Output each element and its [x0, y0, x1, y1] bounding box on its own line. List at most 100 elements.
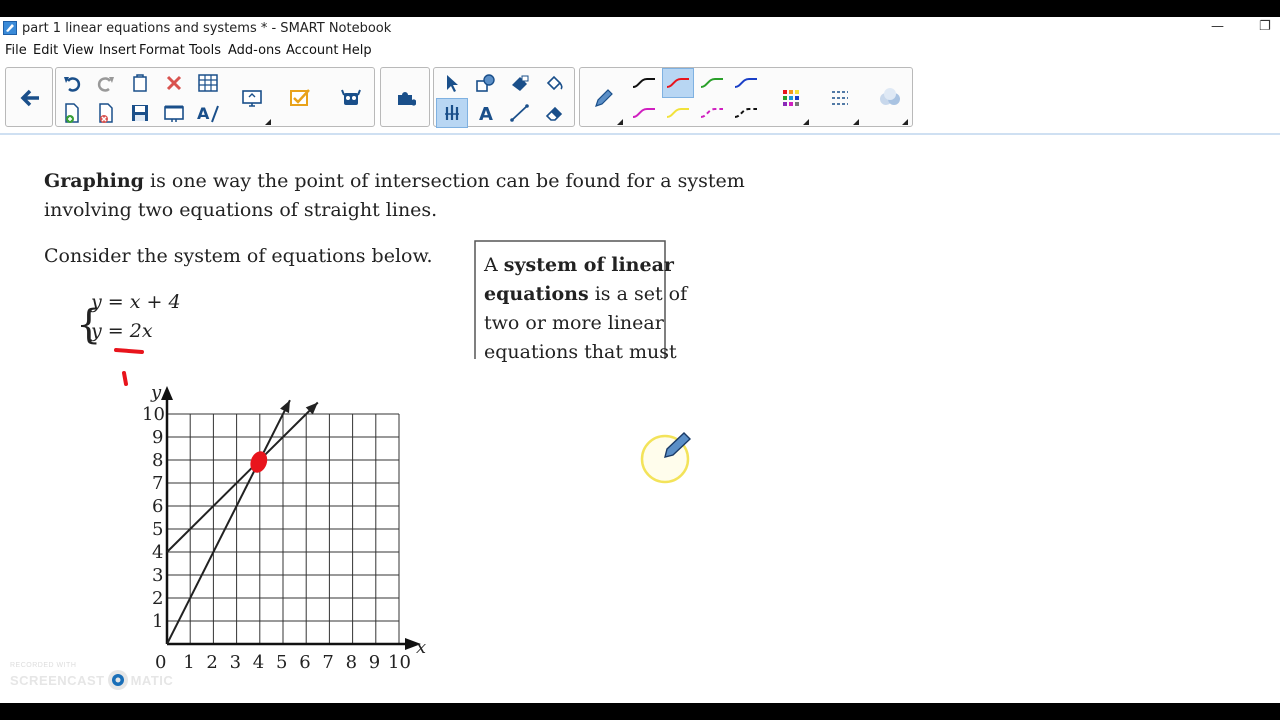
- paste-icon[interactable]: [124, 68, 156, 98]
- whiteboard-page[interactable]: Graphing is one way the point of interse…: [0, 135, 1280, 703]
- consider-text: Consider the system of equations below.: [44, 245, 433, 267]
- restore-button[interactable]: ❐: [1259, 19, 1271, 34]
- equation-1: y = x + 4: [90, 291, 181, 313]
- red-slope-mark-annotation: [122, 371, 128, 386]
- response-icon[interactable]: [284, 83, 316, 113]
- delete-page-icon[interactable]: [90, 98, 122, 128]
- x-tick-label: 10: [388, 652, 411, 673]
- menu-help[interactable]: Help: [342, 43, 372, 58]
- y-tick-label: 1: [152, 611, 163, 632]
- table-icon[interactable]: [192, 68, 224, 98]
- y-tick-label: 3: [152, 565, 163, 586]
- paint-bucket-icon[interactable]: [538, 68, 570, 98]
- pen-style-yellow-swatch[interactable]: [662, 98, 694, 128]
- toolbar: A A: [0, 63, 1280, 135]
- properties-icon[interactable]: [824, 83, 856, 113]
- magic-pen-icon[interactable]: [436, 98, 468, 128]
- y-axis-arrow: [161, 386, 173, 400]
- menu-insert[interactable]: Insert: [99, 43, 136, 58]
- lab-activities-icon[interactable]: [335, 83, 367, 113]
- screen-share-dropdown-icon[interactable]: [265, 119, 271, 125]
- intro-bold-term: Graphing: [44, 170, 144, 192]
- menu-edit[interactable]: Edit: [33, 43, 58, 58]
- redo-icon[interactable]: [90, 68, 122, 98]
- y-axis-label: y: [150, 382, 162, 403]
- callout-line-4: equations that must: [484, 341, 677, 363]
- pen-options-group: [579, 67, 913, 127]
- y-tick-label: 8: [152, 450, 163, 471]
- color-palette-icon[interactable]: [775, 83, 807, 113]
- menu-view[interactable]: View: [63, 43, 94, 58]
- menu-bar: File Edit View Insert Format Tools Add-o…: [0, 41, 1280, 61]
- fill-icon[interactable]: [504, 68, 536, 98]
- navigation-group: [5, 67, 53, 127]
- color-dropdown-icon[interactable]: [803, 119, 809, 125]
- back-arrow-icon[interactable]: [14, 83, 46, 113]
- red-underline-annotation: [114, 348, 144, 354]
- undo-icon[interactable]: [56, 68, 88, 98]
- properties-dropdown-icon[interactable]: [853, 119, 859, 125]
- x-tick-label: 7: [322, 652, 333, 673]
- equation-2: y = 2x: [90, 320, 153, 342]
- intro-line-1: Graphing is one way the point of interse…: [44, 170, 745, 192]
- pen-style-green-swatch[interactable]: [696, 68, 728, 98]
- window-title: part 1 linear equations and systems * - …: [22, 21, 392, 36]
- menu-format[interactable]: Format: [139, 43, 185, 58]
- pen-style-black-dashed-swatch[interactable]: [730, 98, 762, 128]
- pen-dropdown-icon[interactable]: [617, 119, 623, 125]
- save-icon[interactable]: [124, 98, 156, 128]
- line-icon[interactable]: [504, 98, 536, 128]
- callout-prefix: A: [483, 254, 504, 276]
- pen-style-blue-swatch[interactable]: [730, 68, 762, 98]
- handwriting-recognition-icon[interactable]: A: [192, 98, 224, 128]
- full-screen-icon[interactable]: [158, 98, 190, 128]
- screencast-watermark: RECORDED WITH SCREENCAST MATIC: [10, 662, 173, 691]
- x-tick-label: 6: [299, 652, 310, 673]
- delete-icon[interactable]: [158, 68, 190, 98]
- callout-bold-2: equations: [484, 283, 589, 305]
- x-axis-label: x: [416, 637, 426, 658]
- page-content: Graphing is one way the point of interse…: [44, 170, 745, 673]
- x-tick-label: 3: [230, 652, 241, 673]
- notebook-app-icon: [3, 21, 17, 35]
- y-tick-label: 7: [152, 473, 163, 494]
- add-ons-group: [380, 67, 430, 127]
- fill-effects-icon[interactable]: [874, 83, 906, 113]
- y-tick-label: 9: [152, 427, 163, 448]
- new-page-icon[interactable]: [56, 98, 88, 128]
- pen-icon[interactable]: [588, 83, 620, 113]
- add-ons-icon[interactable]: [389, 83, 421, 113]
- y-tick-label: 2: [152, 588, 163, 609]
- menu-tools[interactable]: Tools: [189, 43, 221, 58]
- callout-bold-1: system of linear: [504, 254, 675, 276]
- shapes-icon[interactable]: [470, 68, 502, 98]
- edit-group: A: [55, 67, 375, 127]
- x-tick-label: 9: [369, 652, 380, 673]
- menu-add-ons[interactable]: Add-ons: [228, 43, 281, 58]
- callout-line-3: two or more linear: [484, 312, 665, 334]
- y-tick-label: 5: [152, 519, 163, 540]
- pen-cursor: [640, 432, 692, 484]
- eraser-icon[interactable]: [538, 98, 570, 128]
- callout-line-1: A system of linear: [483, 254, 675, 276]
- pen-style-black-swatch[interactable]: [628, 68, 660, 98]
- screen-share-icon[interactable]: [236, 83, 268, 113]
- menu-account[interactable]: Account: [286, 43, 339, 58]
- x-tick-label: 5: [276, 652, 287, 673]
- minimize-button[interactable]: —: [1211, 19, 1224, 34]
- fill-effects-dropdown-icon[interactable]: [902, 119, 908, 125]
- pen-style-magenta-swatch[interactable]: [628, 98, 660, 128]
- screencast-brand: SCREENCAST MATIC: [10, 669, 173, 691]
- svg-text:A: A: [197, 104, 210, 123]
- y-tick-label: 4: [152, 542, 163, 563]
- pen-style-red-swatch[interactable]: [662, 68, 694, 98]
- title-bar: part 1 linear equations and systems * - …: [0, 17, 1280, 41]
- pen-style-magenta-dashed-swatch[interactable]: [696, 98, 728, 128]
- select-icon[interactable]: [436, 68, 468, 98]
- x-tick-label: 4: [253, 652, 264, 673]
- menu-file[interactable]: File: [5, 43, 27, 58]
- svg-text:A: A: [479, 104, 493, 123]
- drawing-tools-group: A: [433, 67, 575, 128]
- intro-line-1-rest: is one way the point of intersection can…: [144, 170, 745, 192]
- text-icon[interactable]: A: [470, 98, 502, 128]
